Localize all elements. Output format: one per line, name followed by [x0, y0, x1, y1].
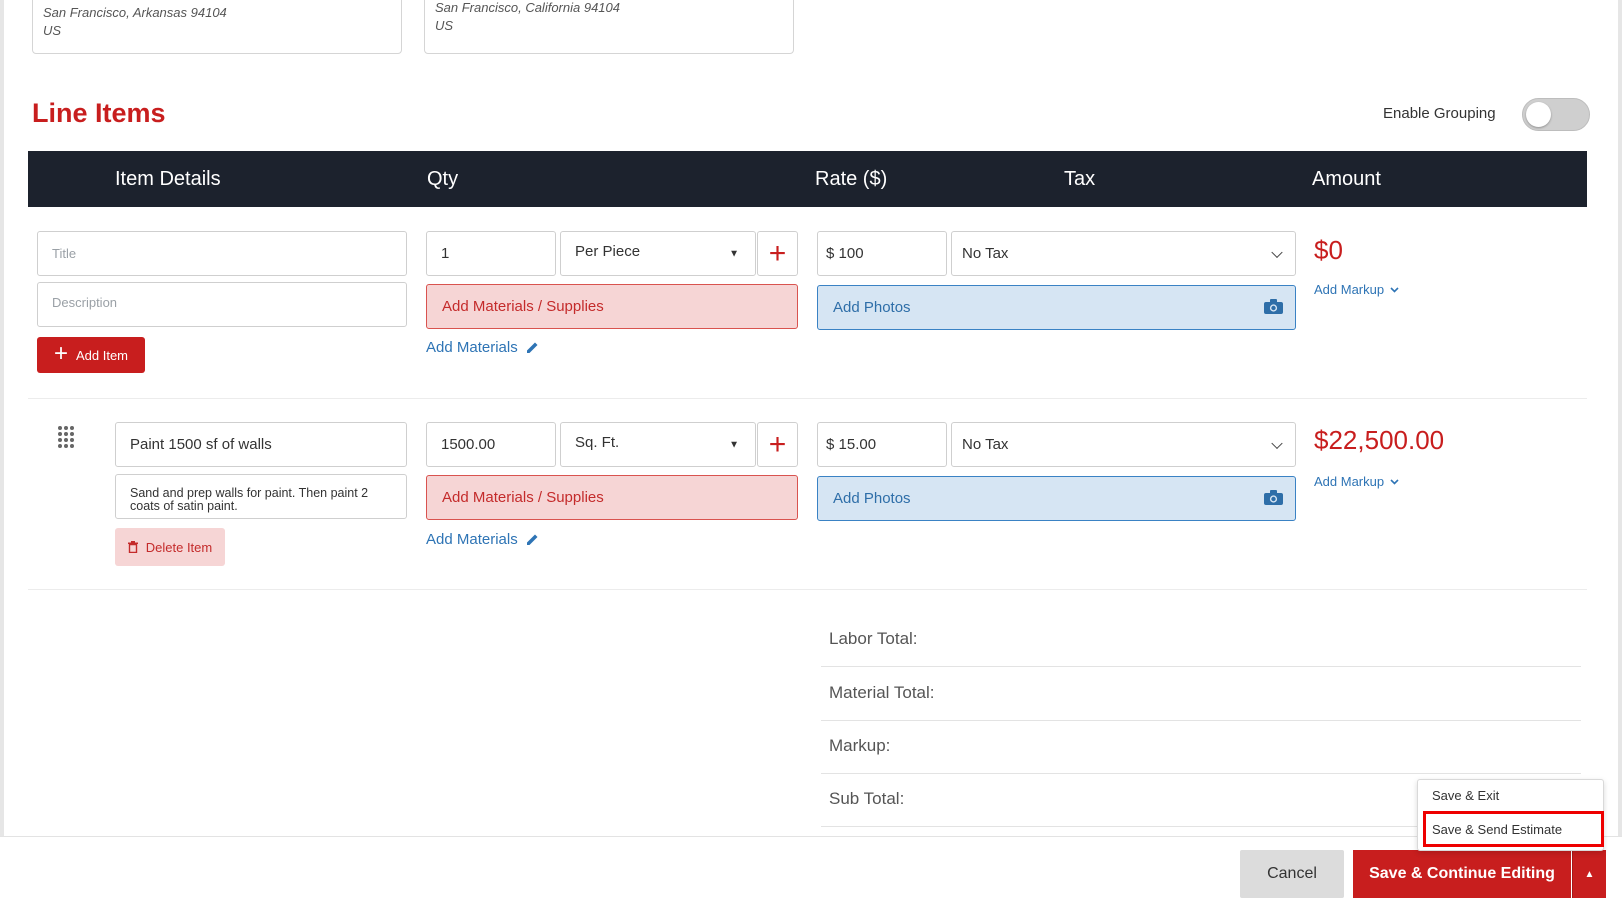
unit-select[interactable]: Per Piece ▼ — [560, 231, 756, 276]
add-item-button[interactable]: + Add Item — [37, 337, 145, 373]
description-input[interactable]: Description — [37, 282, 407, 327]
camera-icon — [1264, 490, 1283, 505]
left-rail — [0, 0, 4, 840]
header-tax: Tax — [1064, 168, 1096, 190]
address-line-2: US — [435, 18, 454, 33]
caret-down-icon: ▼ — [729, 248, 739, 259]
unit-value: Per Piece — [575, 243, 641, 260]
drag-handle-icon[interactable] — [57, 425, 75, 449]
add-photos-box[interactable]: Add Photos — [817, 285, 1296, 330]
add-materials-label: Add Materials — [426, 339, 518, 356]
title-input[interactable]: Title — [37, 231, 407, 276]
delete-item-button[interactable]: Delete Item — [115, 528, 225, 566]
add-item-label: Add Item — [75, 347, 129, 363]
highlight-box — [1423, 811, 1604, 847]
title-input[interactable]: Paint 1500 sf of walls — [115, 422, 407, 467]
plus-icon: + — [53, 340, 68, 367]
row-divider — [28, 589, 1587, 590]
tax-select[interactable]: No Tax — [951, 422, 1296, 467]
save-exit-menu-item[interactable]: Save & Exit — [1432, 788, 1499, 803]
labor-total-row: Labor Total: — [821, 613, 1581, 667]
add-markup-label: Add Markup — [1314, 474, 1385, 489]
cancel-button[interactable]: Cancel — [1240, 850, 1344, 898]
markup-label: Markup: — [829, 736, 891, 755]
billing-address-card: San Francisco, Arkansas 94104 US — [32, 0, 402, 54]
delete-item-label: Delete Item — [145, 539, 213, 555]
add-markup-link[interactable]: Add Markup — [1314, 282, 1399, 297]
save-continue-editing-button[interactable]: Save & Continue Editing — [1353, 850, 1571, 898]
qty-input[interactable]: 1 — [426, 231, 556, 276]
material-total-label: Material Total: — [829, 683, 935, 702]
tax-value: No Tax — [962, 436, 1009, 453]
header-rate: Rate ($) — [815, 168, 888, 190]
address-line-1: San Francisco, Arkansas 94104 — [43, 5, 227, 20]
job-address-card: San Francisco, California 94104 US — [424, 0, 794, 54]
camera-icon — [1264, 299, 1283, 314]
caret-up-icon: ▲ — [1584, 868, 1595, 880]
markup-row: Markup: — [821, 720, 1581, 774]
trash-icon — [127, 541, 138, 553]
unit-value: Sq. Ft. — [575, 434, 620, 451]
rate-input[interactable]: $ 100 — [817, 231, 947, 276]
add-markup-label: Add Markup — [1314, 282, 1385, 297]
plus-icon: + — [768, 236, 787, 270]
new-item-amount: $0 — [1314, 235, 1343, 265]
add-materials-supplies-box[interactable]: Add Materials / Supplies — [426, 475, 798, 520]
add-photos-label: Add Photos — [833, 490, 911, 507]
unit-select[interactable]: Sq. Ft. ▼ — [560, 422, 756, 467]
toggle-knob — [1526, 102, 1551, 127]
add-markup-link[interactable]: Add Markup — [1314, 474, 1399, 489]
tax-value: No Tax — [962, 245, 1009, 262]
section-title: Line Items — [32, 98, 166, 128]
add-materials-link[interactable]: Add Materials — [426, 339, 539, 356]
save-options-dropdown-toggle[interactable]: ▲ — [1572, 850, 1606, 898]
add-unit-button[interactable]: + — [757, 231, 798, 276]
caret-down-icon: ▼ — [729, 439, 739, 450]
chevron-down-icon — [1390, 286, 1399, 293]
description-input[interactable]: Sand and prep walls for paint. Then pain… — [115, 474, 407, 519]
sub-total-label: Sub Total: — [829, 789, 905, 808]
enable-grouping-toggle[interactable] — [1522, 98, 1590, 131]
plus-icon: + — [768, 427, 787, 461]
header-item-details: Item Details — [115, 168, 221, 190]
qty-input[interactable]: 1500.00 — [426, 422, 556, 467]
chevron-down-icon — [1271, 437, 1283, 449]
header-amount: Amount — [1312, 168, 1381, 190]
add-photos-label: Add Photos — [833, 299, 911, 316]
add-materials-supplies-box[interactable]: Add Materials / Supplies — [426, 284, 798, 329]
header-qty: Qty — [427, 168, 459, 190]
rate-input[interactable]: $ 15.00 — [817, 422, 947, 467]
material-total-row: Material Total: — [821, 667, 1581, 721]
add-materials-link[interactable]: Add Materials — [426, 531, 539, 548]
line-items-table-header: Item Details Qty Rate ($) Tax Amount — [28, 151, 1587, 207]
add-materials-label: Add Materials — [426, 531, 518, 548]
pencil-icon — [526, 534, 538, 545]
address-line-2: US — [43, 23, 62, 38]
add-unit-button[interactable]: + — [757, 422, 798, 467]
add-photos-box[interactable]: Add Photos — [817, 476, 1296, 521]
address-line-1: San Francisco, California 94104 — [435, 0, 620, 15]
chevron-down-icon — [1390, 478, 1399, 485]
labor-total-label: Labor Total: — [829, 629, 918, 648]
description-text: Sand and prep walls for paint. Then pain… — [130, 486, 369, 513]
chevron-down-icon — [1271, 246, 1283, 258]
line-item-amount: $22,500.00 — [1314, 425, 1445, 455]
enable-grouping-label: Enable Grouping — [1383, 105, 1496, 122]
tax-select[interactable]: No Tax — [951, 231, 1296, 276]
pencil-icon — [526, 342, 538, 353]
row-divider — [28, 398, 1587, 399]
right-rail — [1618, 0, 1622, 840]
